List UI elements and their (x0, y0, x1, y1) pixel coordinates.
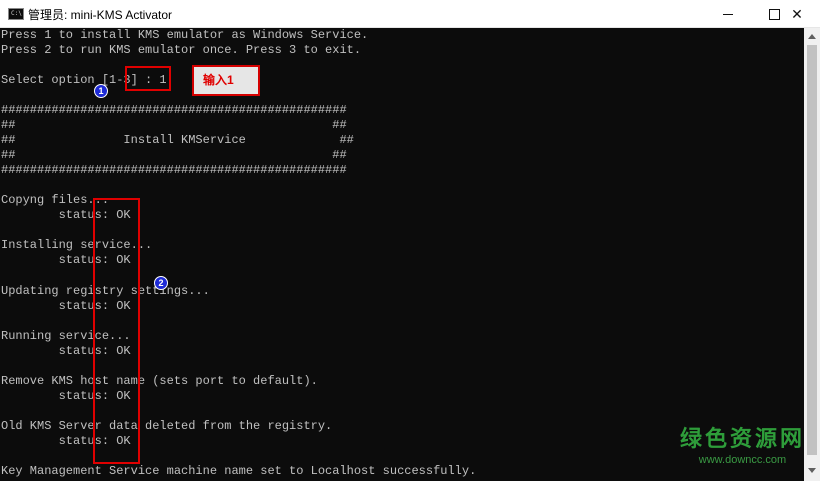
console-line: Press 2 to run KMS emulator once. Press … (1, 43, 362, 57)
step-badge-1: 1 (94, 84, 108, 98)
console-line: Old KMS Server data deleted from the reg… (1, 419, 333, 433)
console-line: Remove KMS host name (sets port to defau… (1, 374, 318, 388)
close-button[interactable]: ✕ (774, 0, 820, 28)
input-highlight-box (125, 66, 171, 91)
console-line: Press 1 to install KMS emulator as Windo… (1, 28, 369, 42)
minimize-button[interactable] (705, 0, 751, 28)
minimize-icon (723, 13, 733, 15)
watermark-title: 绿色资源网 (680, 427, 806, 452)
console-banner-title: ## Install KMService ## (1, 133, 354, 147)
console-banner-line: ## ## (1, 148, 347, 162)
step-badge-2: 2 (154, 276, 168, 290)
scroll-thumb[interactable] (807, 45, 817, 455)
title-bar: C:\ 管理员: mini-KMS Activator ✕ (0, 0, 820, 28)
console-line: Key Management Service machine name set … (1, 464, 477, 478)
scroll-up-arrow-icon[interactable] (808, 34, 816, 39)
watermark-url: www.downcc.com (698, 454, 787, 466)
console-app-icon: C:\ (8, 8, 24, 20)
console-banner-line: ########################################… (1, 103, 347, 117)
console-banner-line: ## ## (1, 118, 347, 132)
input-note-label: 输入1 (192, 65, 260, 96)
scroll-down-arrow-icon[interactable] (808, 468, 816, 473)
vertical-scrollbar[interactable] (804, 28, 820, 481)
window-title: 管理员: mini-KMS Activator (28, 8, 173, 22)
status-highlight-box (93, 198, 140, 464)
watermark: 绿色资源网 www.downcc.com (680, 427, 805, 467)
console-banner-line: ########################################… (1, 163, 347, 177)
close-icon: ✕ (791, 5, 803, 22)
